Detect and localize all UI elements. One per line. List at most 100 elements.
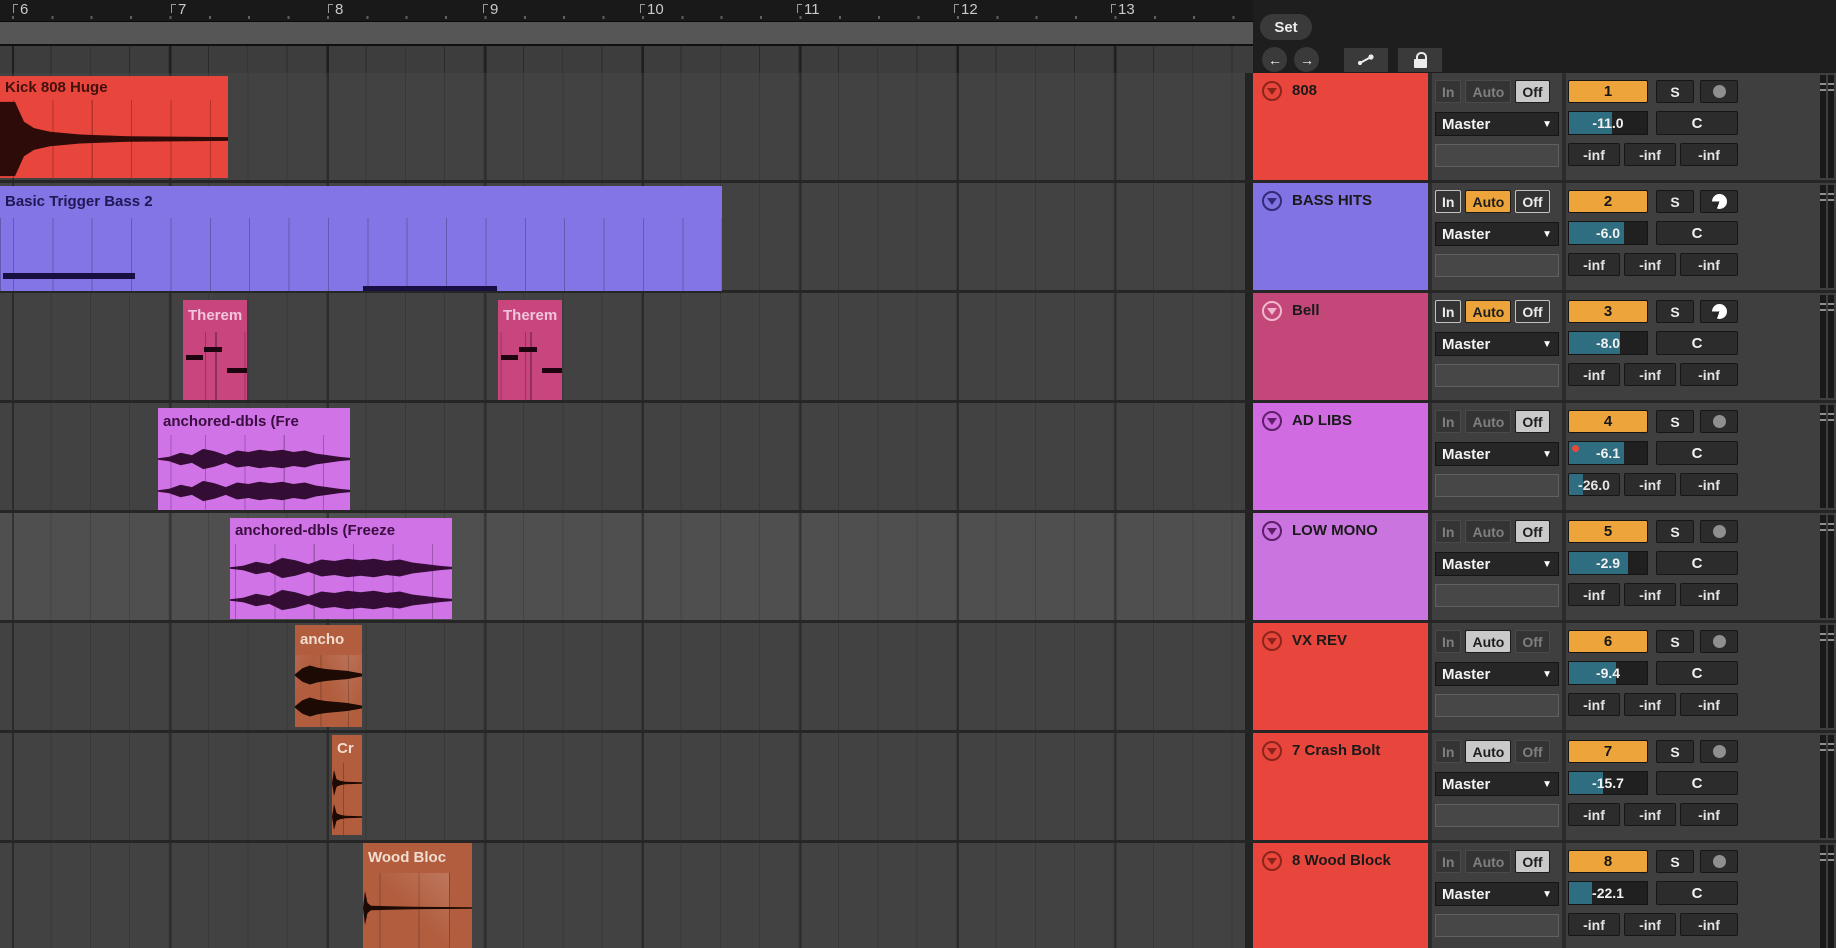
- monitor-in-button[interactable]: In: [1435, 520, 1461, 543]
- monitor-in-button[interactable]: In: [1435, 850, 1461, 873]
- output-sub-routing-box[interactable]: [1435, 474, 1559, 497]
- monitor-off-button[interactable]: Off: [1515, 520, 1549, 543]
- solo-button[interactable]: S: [1656, 520, 1694, 543]
- monitor-auto-button[interactable]: Auto: [1465, 80, 1511, 103]
- arrangement-lane[interactable]: anchored-dbls (Fre: [0, 403, 1245, 510]
- track-header[interactable]: VX REV: [1253, 623, 1428, 730]
- track-activator-button[interactable]: 2: [1568, 190, 1648, 213]
- volume-field[interactable]: -2.9: [1568, 551, 1648, 575]
- clip[interactable]: anchored-dbls (Fre: [158, 408, 350, 510]
- track-activator-button[interactable]: 7: [1568, 740, 1648, 763]
- monitor-auto-button[interactable]: Auto: [1465, 630, 1511, 653]
- output-sub-routing-box[interactable]: [1435, 804, 1559, 827]
- arm-record-button[interactable]: [1700, 410, 1738, 433]
- track-header[interactable]: BASS HITS: [1253, 183, 1428, 290]
- monitor-off-button[interactable]: Off: [1515, 300, 1549, 323]
- monitor-in-button[interactable]: In: [1435, 190, 1461, 213]
- pan-field[interactable]: C: [1656, 881, 1738, 905]
- track-activator-button[interactable]: 8: [1568, 850, 1648, 873]
- monitor-auto-button[interactable]: Auto: [1465, 190, 1511, 213]
- monitor-auto-button[interactable]: Auto: [1465, 410, 1511, 433]
- volume-field[interactable]: -15.7: [1568, 771, 1648, 795]
- volume-field[interactable]: -8.0: [1568, 331, 1648, 355]
- loop-strip[interactable]: [0, 46, 1253, 75]
- output-routing-select[interactable]: Master ▼: [1435, 552, 1559, 576]
- clip[interactable]: ancho: [295, 625, 362, 727]
- output-routing-select[interactable]: Master ▼: [1435, 882, 1559, 906]
- solo-button[interactable]: S: [1656, 630, 1694, 653]
- clip[interactable]: Therem: [183, 300, 247, 400]
- solo-button[interactable]: S: [1656, 410, 1694, 433]
- monitor-auto-button[interactable]: Auto: [1465, 740, 1511, 763]
- monitor-off-button[interactable]: Off: [1515, 740, 1549, 763]
- output-routing-select[interactable]: Master ▼: [1435, 222, 1559, 246]
- output-routing-select[interactable]: Master ▼: [1435, 332, 1559, 356]
- monitor-auto-button[interactable]: Auto: [1465, 300, 1511, 323]
- output-sub-routing-box[interactable]: [1435, 254, 1559, 277]
- pan-field[interactable]: C: [1656, 221, 1738, 245]
- volume-field[interactable]: -22.1: [1568, 881, 1648, 905]
- clip[interactable]: Cr: [332, 735, 362, 835]
- arrangement-lane[interactable]: Cr: [0, 733, 1245, 840]
- pan-field[interactable]: C: [1656, 771, 1738, 795]
- arrangement-lane[interactable]: anchored-dbls (Freeze: [0, 513, 1245, 620]
- clip[interactable]: anchored-dbls (Freeze: [230, 518, 452, 619]
- automation-link-button[interactable]: [1344, 48, 1388, 72]
- solo-button[interactable]: S: [1656, 740, 1694, 763]
- monitor-auto-button[interactable]: Auto: [1465, 520, 1511, 543]
- fold-arrow-icon[interactable]: [1262, 81, 1282, 101]
- arrangement-lane[interactable]: TheremTherem: [0, 293, 1245, 400]
- output-routing-select[interactable]: Master ▼: [1435, 772, 1559, 796]
- clip[interactable]: Basic Trigger Bass 2: [0, 186, 722, 291]
- scrub-area[interactable]: [0, 22, 1253, 46]
- track-header[interactable]: LOW MONO: [1253, 513, 1428, 620]
- track-activator-button[interactable]: 6: [1568, 630, 1648, 653]
- arrangement-lane[interactable]: Kick 808 Huge: [0, 73, 1245, 180]
- beat-time-ruler[interactable]: 678910111213: [0, 0, 1253, 22]
- arm-record-button[interactable]: [1700, 740, 1738, 763]
- arrangement-lane[interactable]: ancho: [0, 623, 1245, 730]
- volume-field[interactable]: -6.0: [1568, 221, 1648, 245]
- track-header[interactable]: 7 Crash Bolt: [1253, 733, 1428, 840]
- lock-button[interactable]: [1398, 48, 1442, 72]
- set-button[interactable]: Set: [1260, 14, 1312, 40]
- pan-field[interactable]: C: [1656, 441, 1738, 465]
- monitor-in-button[interactable]: In: [1435, 630, 1461, 653]
- solo-button[interactable]: S: [1656, 190, 1694, 213]
- arm-record-button[interactable]: [1700, 80, 1738, 103]
- monitor-off-button[interactable]: Off: [1515, 850, 1549, 873]
- arrangement-lane[interactable]: Basic Trigger Bass 2: [0, 183, 1245, 290]
- monitor-in-button[interactable]: In: [1435, 740, 1461, 763]
- volume-field[interactable]: -9.4: [1568, 661, 1648, 685]
- output-sub-routing-box[interactable]: [1435, 584, 1559, 607]
- arm-record-button[interactable]: [1700, 520, 1738, 543]
- monitor-auto-button[interactable]: Auto: [1465, 850, 1511, 873]
- pan-field[interactable]: C: [1656, 331, 1738, 355]
- arrangement-lane[interactable]: Wood Bloc: [0, 843, 1245, 948]
- arm-record-button[interactable]: [1700, 850, 1738, 873]
- solo-button[interactable]: S: [1656, 300, 1694, 323]
- monitor-off-button[interactable]: Off: [1515, 80, 1549, 103]
- solo-button[interactable]: S: [1656, 80, 1694, 103]
- arm-record-button[interactable]: [1700, 630, 1738, 653]
- fold-arrow-icon[interactable]: [1262, 191, 1282, 211]
- clip[interactable]: Wood Bloc: [363, 843, 472, 948]
- track-header[interactable]: 8 Wood Block: [1253, 843, 1428, 948]
- clip[interactable]: Kick 808 Huge: [0, 76, 228, 178]
- output-sub-routing-box[interactable]: [1435, 144, 1559, 167]
- solo-button[interactable]: S: [1656, 850, 1694, 873]
- track-header[interactable]: 808: [1253, 73, 1428, 180]
- output-sub-routing-box[interactable]: [1435, 364, 1559, 387]
- pan-field[interactable]: C: [1656, 661, 1738, 685]
- fold-arrow-icon[interactable]: [1262, 521, 1282, 541]
- monitor-off-button[interactable]: Off: [1515, 410, 1549, 433]
- track-header[interactable]: Bell: [1253, 293, 1428, 400]
- arm-record-button[interactable]: [1700, 190, 1738, 213]
- monitor-in-button[interactable]: In: [1435, 300, 1461, 323]
- track-header[interactable]: AD LIBS: [1253, 403, 1428, 510]
- forward-arrow-button[interactable]: →: [1294, 47, 1319, 72]
- monitor-off-button[interactable]: Off: [1515, 630, 1549, 653]
- back-arrow-button[interactable]: ←: [1262, 47, 1287, 72]
- track-activator-button[interactable]: 1: [1568, 80, 1648, 103]
- pan-field[interactable]: C: [1656, 551, 1738, 575]
